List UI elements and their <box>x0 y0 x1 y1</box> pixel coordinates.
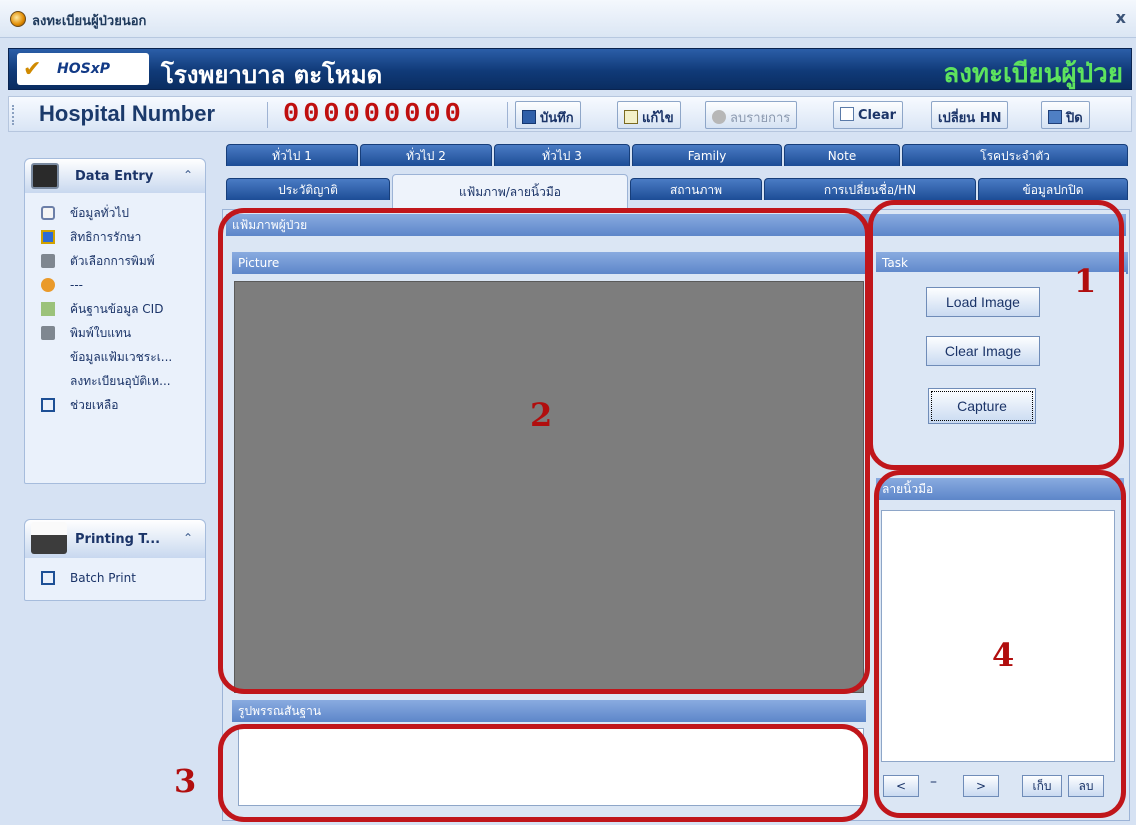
save-fingerprint-button[interactable]: เก็บ <box>1022 775 1062 797</box>
tab-photo-fingerprint[interactable]: แฟ้มภาพ/ลายนิ้วมือ <box>392 174 628 210</box>
collapse-chevron-icon[interactable]: ⌃ <box>183 168 193 182</box>
load-image-button[interactable]: Load Image <box>926 287 1040 317</box>
delete-button[interactable]: ลบรายการ <box>705 101 798 129</box>
edit-button[interactable]: แก้ไข <box>617 101 681 129</box>
logo-swoosh-icon: ✔ <box>23 57 42 82</box>
tab-chronic-disease[interactable]: โรคประจำตัว <box>902 144 1128 166</box>
nav-separator: – <box>930 774 937 790</box>
tab-row-2: ประวัติญาติ แฟ้มภาพ/ลายนิ้วมือ สถานภาพ ก… <box>222 174 1130 210</box>
description-header: รูปพรรณสันฐาน <box>232 700 866 722</box>
picture-header: Picture <box>232 252 866 274</box>
printing-header[interactable]: Printing T... ⌃ <box>25 520 205 558</box>
sidebar-item-cid-search[interactable]: ค้นฐานข้อมูล CID <box>25 297 205 321</box>
search-db-icon <box>41 302 55 316</box>
hn-value-field[interactable]: 000000000 <box>283 100 465 130</box>
hospital-name: โรงพยาบาล ตะโหมด <box>161 60 383 89</box>
annotation-number-2: 2 <box>530 396 553 434</box>
data-entry-header[interactable]: Data Entry ⌃ <box>25 159 205 193</box>
tab-relatives[interactable]: ประวัติญาติ <box>226 178 390 200</box>
sidebar-item-medical-record[interactable]: ข้อมูลแฟ้มเวชระเ... <box>25 345 205 369</box>
printer-icon <box>31 522 67 554</box>
data-entry-panel: Data Entry ⌃ ข้อมูลทั่วไป สิทธิการรักษา … <box>24 158 206 484</box>
tab-row-1: ทั่วไป 1 ทั่วไป 2 ทั่วไป 3 Family Note โ… <box>222 144 1130 166</box>
sidebar-item-rights[interactable]: สิทธิการรักษา <box>25 225 205 249</box>
delete-fingerprint-button[interactable]: ลบ <box>1068 775 1104 797</box>
delete-icon <box>712 110 726 124</box>
module-title: ลงทะเบียนผู้ป่วย <box>943 59 1123 89</box>
tab-confidential[interactable]: ข้อมูลปกปิด <box>978 178 1128 200</box>
patient-photo-group-header: แฟ้มภาพผู้ป่วย <box>226 214 1126 236</box>
sidebar-item-general[interactable]: ข้อมูลทั่วไป <box>25 201 205 225</box>
toolbar-separator <box>267 102 268 128</box>
capture-button[interactable]: Capture <box>928 388 1036 424</box>
tab-family[interactable]: Family <box>632 144 782 166</box>
sidebar-item-batch-print[interactable]: Batch Print <box>25 566 205 590</box>
data-entry-list: ข้อมูลทั่วไป สิทธิการรักษา ตัวเลือกการพิ… <box>25 193 205 417</box>
clear-image-button[interactable]: Clear Image <box>926 336 1040 366</box>
change-hn-button[interactable]: เปลี่ยน HN <box>931 101 1009 129</box>
sidebar-item-help[interactable]: ช่วยเหลือ <box>25 393 205 417</box>
save-button[interactable]: บันทึก <box>515 101 581 129</box>
people-icon <box>41 278 55 292</box>
next-button[interactable]: > <box>963 775 999 797</box>
sidebar-item-dash[interactable]: --- <box>25 273 205 297</box>
app-icon <box>10 11 26 27</box>
hn-label: Hospital Number <box>39 101 216 126</box>
tab-name-hn-change[interactable]: การเปลี่ยนชื่อ/HN <box>764 178 976 200</box>
clear-icon <box>840 107 854 121</box>
sidebar-item-print-options[interactable]: ตัวเลือกการพิมพ์ <box>25 249 205 273</box>
printer-icon <box>41 326 55 340</box>
exit-icon <box>1048 110 1062 124</box>
annotation-number-3: 3 <box>174 762 197 800</box>
tab-general-1[interactable]: ทั่วไป 1 <box>226 144 358 166</box>
collapse-chevron-icon[interactable]: ⌃ <box>183 531 193 545</box>
tab-note[interactable]: Note <box>784 144 900 166</box>
annotation-number-1: 1 <box>1074 262 1097 300</box>
edit-icon <box>624 110 638 124</box>
sidebar-item-reprint[interactable]: พิมพ์ใบแทน <box>25 321 205 345</box>
tab-general-3[interactable]: ทั่วไป 3 <box>494 144 630 166</box>
sidebar-item-accident-register[interactable]: ลงทะเบียนอุบัติเห... <box>25 369 205 393</box>
data-entry-icon <box>31 163 59 189</box>
close-button[interactable]: ปิด <box>1041 101 1090 129</box>
fingerprint-header: ลายนิ้วมือ <box>876 478 1124 500</box>
window-title: ลงทะเบียนผู้ป่วยนอก <box>32 14 147 29</box>
picture-display[interactable] <box>234 281 864 693</box>
folder-icon <box>41 398 55 412</box>
tab-general-2[interactable]: ทั่วไป 2 <box>360 144 492 166</box>
printing-list: Batch Print <box>25 558 205 590</box>
annotation-number-4: 4 <box>992 636 1015 674</box>
save-icon <box>522 110 536 124</box>
folder-icon <box>41 571 55 585</box>
toolbar-separator <box>507 102 508 128</box>
printer-icon <box>41 254 55 268</box>
card-icon <box>41 230 55 244</box>
hosxp-logo: ✔ HOSxP <box>17 53 149 85</box>
header-banner: ✔ HOSxP โรงพยาบาล ตะโหมด ลงทะเบียนผู้ป่ว… <box>8 48 1132 90</box>
toolbar-grip[interactable] <box>12 105 14 125</box>
main-toolbar: Hospital Number 000000000 บันทึก แก้ไข ล… <box>8 96 1132 132</box>
tab-status[interactable]: สถานภาพ <box>630 178 762 200</box>
printing-panel: Printing T... ⌃ Batch Print <box>24 519 206 601</box>
prev-button[interactable]: < <box>883 775 919 797</box>
clear-button[interactable]: Clear <box>833 101 903 129</box>
close-icon[interactable]: x <box>1116 8 1126 27</box>
book-icon <box>41 206 55 220</box>
description-textarea[interactable] <box>238 728 864 806</box>
window-title-bar: ลงทะเบียนผู้ป่วยนอก x <box>0 0 1136 38</box>
